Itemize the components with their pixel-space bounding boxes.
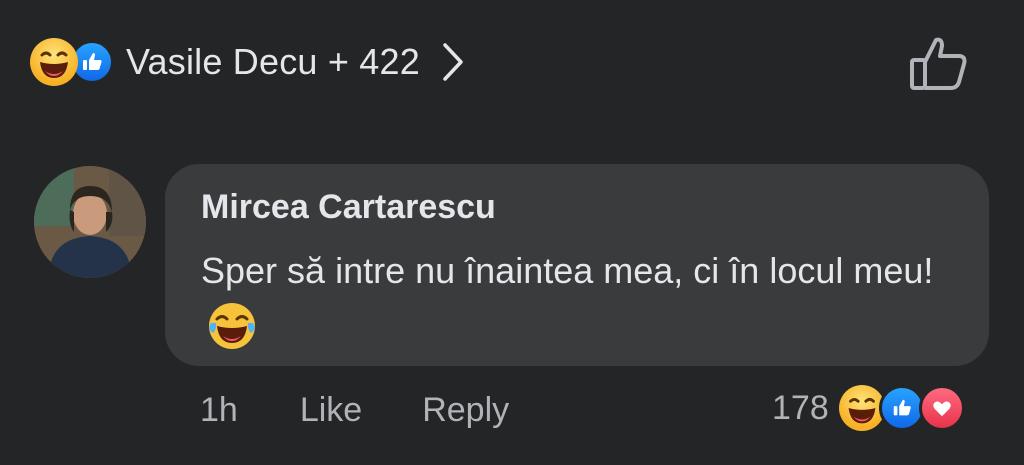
thumbs-up-icon[interactable] [908, 34, 970, 97]
laughing-tears-icon [207, 301, 257, 351]
comment-text-body: Sper să intre nu înaintea mea, ci în loc… [201, 250, 934, 291]
like-button[interactable]: Like [300, 391, 362, 430]
comment-author[interactable]: Mircea Cartarescu [201, 188, 496, 227]
comment-timestamp[interactable]: 1h [200, 391, 238, 430]
reply-button[interactable]: Reply [422, 391, 509, 430]
haha-icon [838, 385, 885, 431]
avatar[interactable] [34, 166, 146, 278]
comment-text: Sper să intre nu înaintea mea, ci în loc… [201, 242, 961, 358]
comment-actions: 1h Like Reply [200, 388, 509, 432]
love-icon [918, 385, 965, 431]
chevron-right-icon[interactable] [442, 42, 464, 82]
reactions-summary[interactable]: Vasile Decu + 422 [30, 36, 464, 88]
reaction-count: 178 [772, 388, 829, 427]
comment-reactions[interactable]: 178 [772, 384, 965, 432]
like-icon [878, 385, 925, 431]
reactors-text[interactable]: Vasile Decu + 422 [126, 41, 420, 83]
reaction-icon-stack [30, 38, 114, 86]
comment-bubble[interactable]: Mircea Cartarescu Sper să intre nu înain… [165, 164, 989, 366]
haha-icon [30, 38, 78, 86]
